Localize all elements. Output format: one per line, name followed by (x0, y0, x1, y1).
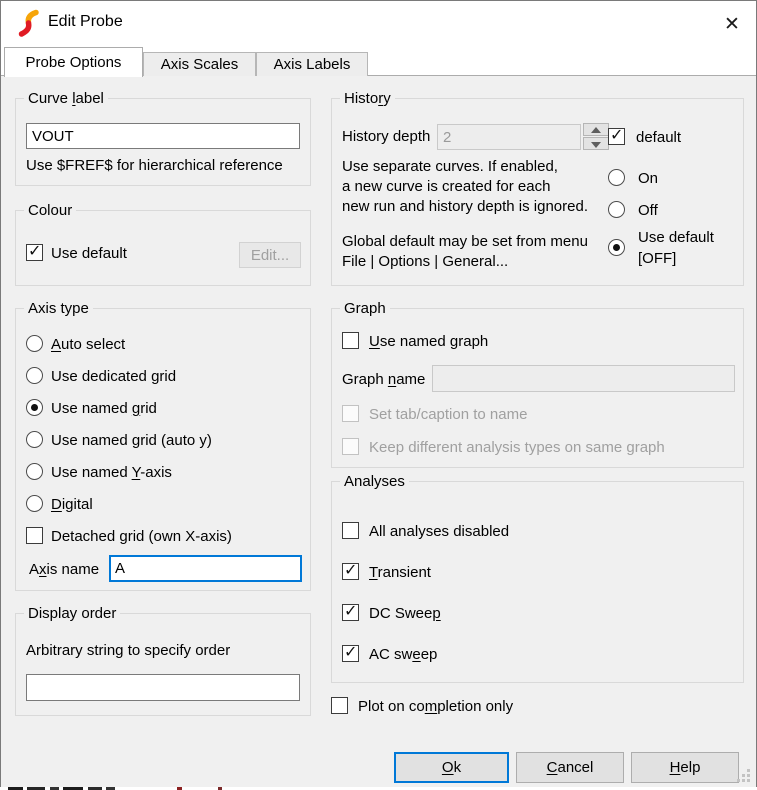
tab-axis-labels[interactable]: Axis Labels (256, 52, 368, 76)
all-analyses-disabled-checkbox[interactable] (342, 522, 359, 539)
axis-name-label: Axis name (29, 561, 99, 579)
radio-use-named-grid-label[interactable]: Use named grid (51, 400, 157, 418)
help-button-label: Help (670, 759, 701, 776)
radio-use-named-grid[interactable] (26, 399, 43, 416)
curve-label-group: Curve label Use $FREF$ for hierarchical … (15, 98, 311, 186)
radio-use-named-grid-auto-y[interactable] (26, 431, 43, 448)
graph-group: Graph Use named graph Graph name Set tab… (331, 308, 744, 468)
tab-probe-options[interactable]: Probe Options (4, 47, 143, 77)
history-group: History History depth default Use separa… (331, 98, 744, 286)
history-separate-curves-text: Use separate curves. If enabled, a new c… (342, 157, 588, 217)
curve-label-hint: Use $FREF$ for hierarchical reference (26, 157, 283, 175)
history-default-label[interactable]: default (636, 129, 681, 147)
colour-use-default-checkbox[interactable] (26, 244, 43, 261)
use-named-graph-checkbox[interactable] (342, 332, 359, 349)
axis-name-input[interactable] (109, 555, 302, 582)
transient-checkbox[interactable] (342, 563, 359, 580)
use-named-graph-label[interactable]: Use named graph (369, 333, 488, 351)
dc-sweep-checkbox[interactable] (342, 604, 359, 621)
dc-sweep-label[interactable]: DC Sweep (369, 605, 441, 623)
history-global-default-text: Global default may be set from menu File… (342, 232, 588, 272)
radio-digital[interactable] (26, 495, 43, 512)
detached-grid-checkbox[interactable] (26, 527, 43, 544)
resize-grip[interactable] (737, 769, 751, 783)
history-off-radio[interactable] (608, 201, 625, 218)
transient-label[interactable]: Transient (369, 564, 431, 582)
keep-analysis-types-label: Keep different analysis types on same gr… (369, 439, 665, 457)
ac-sweep-label[interactable]: AC sweep (369, 646, 437, 664)
colour-edit-button: Edit... (239, 242, 301, 268)
history-on-label[interactable]: On (638, 170, 658, 188)
ok-button[interactable]: Ok (394, 752, 509, 783)
display-order-group: Display order Arbitrary string to specif… (15, 613, 311, 716)
edit-probe-dialog: Edit Probe ✕ Probe Options Axis Scales A… (0, 0, 757, 787)
history-use-default-radio[interactable] (608, 239, 625, 256)
plot-on-completion-label[interactable]: Plot on completion only (358, 698, 513, 716)
close-icon[interactable]: ✕ (714, 8, 750, 41)
radio-use-named-grid-auto-y-label[interactable]: Use named grid (auto y) (51, 432, 212, 450)
detached-grid-label[interactable]: Detached grid (own X-axis) (51, 528, 232, 546)
axis-type-group-title: Axis type (24, 300, 93, 317)
tab-axis-scales-label: Axis Scales (161, 56, 239, 73)
tab-axis-scales[interactable]: Axis Scales (143, 52, 256, 76)
radio-auto-select-label[interactable]: Auto select (51, 336, 125, 354)
radio-use-dedicated-grid[interactable] (26, 367, 43, 384)
radio-auto-select[interactable] (26, 335, 43, 352)
history-depth-spin-up-icon (583, 123, 609, 136)
history-depth-input (437, 124, 581, 150)
graph-group-title: Graph (340, 300, 390, 317)
axis-type-group: Axis type Auto select Use dedicated grid… (15, 308, 311, 591)
tab-probe-options-label: Probe Options (26, 54, 122, 71)
ac-sweep-checkbox[interactable] (342, 645, 359, 662)
radio-use-named-y-axis-label[interactable]: Use named Y-axis (51, 464, 172, 482)
help-button[interactable]: Help (631, 752, 739, 783)
display-order-input[interactable] (26, 674, 300, 701)
set-tab-caption-label: Set tab/caption to name (369, 406, 527, 424)
simetrix-swoosh-icon (17, 9, 41, 38)
radio-digital-label[interactable]: Digital (51, 496, 93, 514)
history-depth-label: History depth (342, 128, 430, 146)
analyses-group-title: Analyses (340, 473, 409, 490)
analyses-group: Analyses All analyses disabled Transient… (331, 481, 744, 683)
colour-use-default-label[interactable]: Use default (51, 245, 127, 263)
history-use-default-label[interactable]: Use default [OFF] (638, 227, 714, 269)
plot-on-completion-checkbox[interactable] (331, 697, 348, 714)
curve-label-group-title: Curve label (24, 90, 108, 107)
colour-group-title: Colour (24, 202, 76, 219)
history-on-radio[interactable] (608, 169, 625, 186)
display-order-group-title: Display order (24, 605, 120, 622)
graph-name-input (432, 365, 735, 392)
history-group-title: History (340, 90, 395, 107)
curve-label-input[interactable] (26, 123, 300, 149)
set-tab-caption-checkbox (342, 405, 359, 422)
history-depth-spin-down-icon (583, 137, 609, 150)
graph-name-label: Graph name (342, 371, 425, 389)
radio-use-named-y-axis[interactable] (26, 463, 43, 480)
history-default-checkbox[interactable] (608, 128, 625, 145)
cancel-button-label: Cancel (547, 759, 594, 776)
window-title: Edit Probe (48, 13, 123, 31)
tab-axis-labels-label: Axis Labels (274, 56, 351, 73)
ok-button-label: Ok (442, 759, 461, 776)
cancel-button[interactable]: Cancel (516, 752, 624, 783)
edit-probe-dialog-screen: Edit Probe ✕ Probe Options Axis Scales A… (0, 0, 757, 790)
colour-group: Colour Use default Edit... (15, 210, 311, 286)
history-off-label[interactable]: Off (638, 202, 658, 220)
keep-analysis-types-checkbox (342, 438, 359, 455)
radio-use-dedicated-grid-label[interactable]: Use dedicated grid (51, 368, 176, 386)
display-order-hint: Arbitrary string to specify order (26, 642, 230, 660)
all-analyses-disabled-label[interactable]: All analyses disabled (369, 523, 509, 541)
